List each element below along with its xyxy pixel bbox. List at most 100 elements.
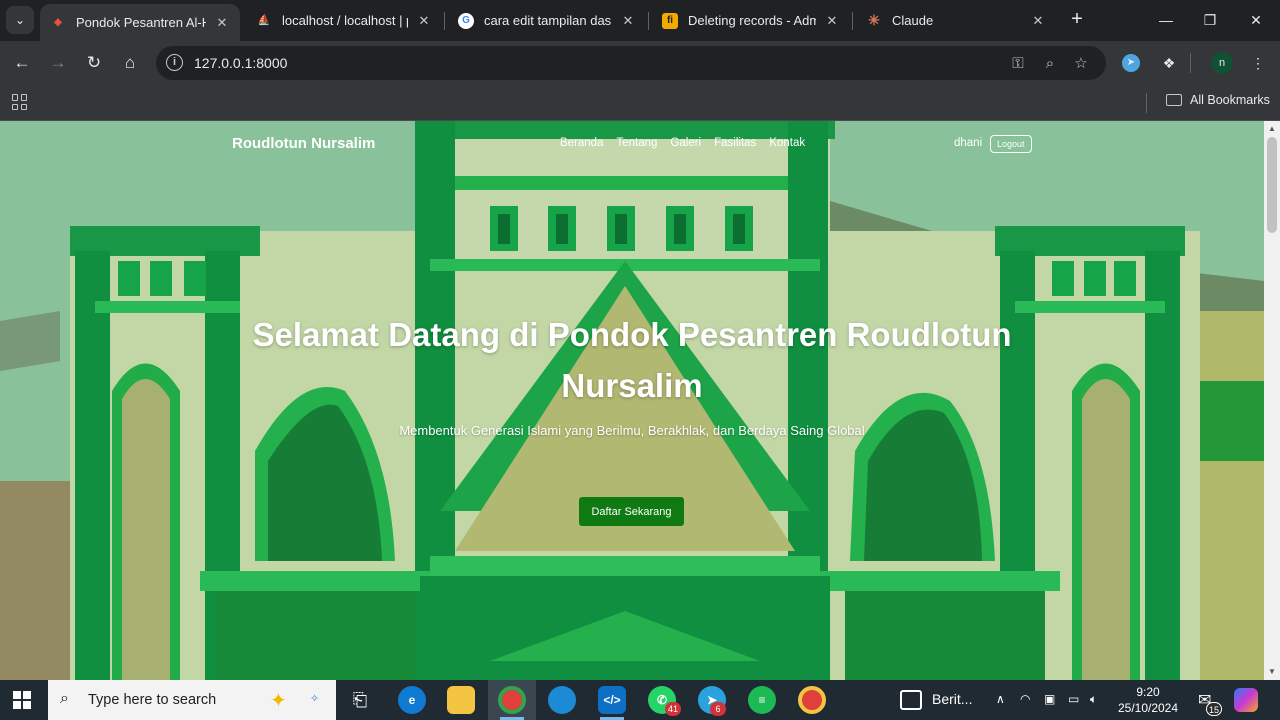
- logout-button[interactable]: Logout: [990, 135, 1032, 153]
- phpmyadmin-icon: ⛵: [257, 15, 271, 26]
- file-explorer-icon[interactable]: [447, 686, 475, 714]
- forward-button[interactable]: →: [46, 51, 70, 75]
- whatsapp-badge: 41: [665, 702, 681, 716]
- zoom-icon[interactable]: ⌕: [1040, 54, 1060, 74]
- browser-toolbar: ← → ↻ ⌂ i 127.0.0.1:8000 ⚿ ⌕ ☆ ➤ ❖ n ⋮: [0, 41, 1280, 85]
- reload-button[interactable]: ↻: [82, 51, 106, 75]
- telegram-extension-icon[interactable]: ➤: [1122, 54, 1140, 72]
- tab-pondok-pesantren[interactable]: ◈ Pondok Pesantren Al-Hikm ✕: [40, 4, 240, 41]
- nav-link-fasilitas[interactable]: Fasilitas: [714, 137, 756, 149]
- web-page: Roudlotun Nursalim Beranda Tentang Galer…: [0, 121, 1264, 680]
- notification-badge: 15: [1206, 702, 1222, 716]
- tab-separator: [648, 12, 649, 30]
- news-label[interactable]: Berit...: [932, 691, 972, 707]
- tab-title: Pondok Pesantren Al-Hikm: [76, 15, 206, 30]
- close-tab-icon[interactable]: ✕: [214, 15, 230, 31]
- meet-now-icon[interactable]: ▣: [1044, 692, 1055, 706]
- tab-separator: [444, 12, 445, 30]
- tab-search-button[interactable]: ⌄: [6, 6, 34, 34]
- chevron-up-icon[interactable]: ∧: [996, 692, 1005, 706]
- copilot-icon[interactable]: [1234, 688, 1258, 712]
- tab-google-search[interactable]: G cara edit tampilan dashb ✕: [448, 4, 646, 37]
- toolbar-divider: [1190, 53, 1191, 73]
- new-tab-button[interactable]: +: [1066, 8, 1088, 30]
- main-menu: Beranda Tentang Galeri Fasilitas Kontak: [560, 137, 805, 149]
- arrow-right-icon: →: [49, 53, 67, 72]
- sparkle-small-icon: ✧: [310, 693, 320, 705]
- user-name: dhani: [954, 137, 983, 149]
- nav-link-beranda[interactable]: Beranda: [560, 137, 603, 149]
- site-navbar: Roudlotun Nursalim Beranda Tentang Galer…: [0, 121, 1264, 167]
- tab-filament-admin[interactable]: fi Deleting records - Admin ✕: [652, 4, 850, 37]
- sparkle-icon: ✦: [270, 690, 287, 712]
- laravel-icon: ◈: [54, 17, 62, 28]
- spotify-icon[interactable]: ≡: [748, 686, 776, 714]
- chrome-icon[interactable]: [498, 686, 526, 714]
- tab-title: Deleting records - Admin: [688, 13, 816, 28]
- tab-phpmyadmin[interactable]: ⛵ localhost / localhost | php ✕: [246, 4, 442, 37]
- site-brand[interactable]: Roudlotun Nursalim: [232, 135, 375, 152]
- close-window-button[interactable]: ✕: [1244, 8, 1268, 32]
- close-tab-icon[interactable]: ✕: [824, 13, 840, 29]
- clock-date: 25/10/2024: [1117, 701, 1179, 715]
- windows-start-icon[interactable]: [13, 691, 31, 709]
- clock-time: 9:20: [1136, 685, 1160, 699]
- tab-title: cara edit tampilan dashb: [484, 13, 612, 28]
- extensions-puzzle-icon[interactable]: ❖: [1158, 52, 1180, 74]
- nav-link-tentang[interactable]: Tentang: [616, 137, 657, 149]
- volume-icon[interactable]: 🔈︎: [1090, 692, 1097, 707]
- news-widget-icon[interactable]: [900, 690, 922, 710]
- search-icon: ⌕: [60, 690, 69, 707]
- nav-link-galeri[interactable]: Galeri: [670, 137, 701, 149]
- scroll-down-icon[interactable]: ▼: [1267, 667, 1277, 677]
- windows-taskbar: ⌕ Type here to search ✦ ✧ ⎗ e </> ✆ 41 ➤…: [0, 680, 1280, 720]
- back-button[interactable]: ←: [10, 51, 34, 75]
- tab-claude[interactable]: ✳ Claude ✕: [856, 4, 1056, 37]
- restore-icon: ❐: [1203, 12, 1217, 28]
- all-bookmarks-label: All Bookmarks: [1190, 93, 1270, 107]
- restore-button[interactable]: ❐: [1198, 8, 1222, 32]
- site-info-icon[interactable]: i: [166, 54, 183, 71]
- all-bookmarks-button[interactable]: All Bookmarks: [1166, 93, 1270, 107]
- wifi-icon[interactable]: ◠: [1020, 692, 1030, 706]
- system-clock[interactable]: 9:20 25/10/2024: [1110, 684, 1186, 716]
- chevron-down-icon: ⌄: [14, 13, 26, 27]
- app-blue-icon[interactable]: [548, 686, 576, 714]
- claude-icon: ✳: [868, 12, 880, 28]
- tab-strip: ⌄ ◈ Pondok Pesantren Al-Hikm ✕ ⛵ localho…: [0, 0, 1280, 41]
- taskbar-search[interactable]: ⌕ Type here to search ✦ ✧: [48, 680, 336, 720]
- hero-subtitle: Membentuk Generasi Islami yang Berilmu, …: [399, 423, 865, 438]
- arrow-left-icon: ←: [13, 53, 31, 72]
- register-button[interactable]: Daftar Sekarang: [579, 497, 684, 526]
- close-tab-icon[interactable]: ✕: [416, 13, 432, 29]
- hero-title: Selamat Datang di Pondok Pesantren Roudl…: [252, 316, 1012, 404]
- search-placeholder: Type here to search: [88, 692, 217, 708]
- scroll-up-icon[interactable]: ▲: [1267, 124, 1277, 134]
- bookmarks-divider: [1146, 93, 1147, 113]
- menu-kebab-icon[interactable]: ⋮: [1247, 52, 1269, 74]
- nav-link-kontak[interactable]: Kontak: [769, 137, 805, 149]
- chrome-profile-icon[interactable]: [798, 686, 826, 714]
- edge-icon[interactable]: e: [398, 686, 426, 714]
- bookmark-star-icon[interactable]: ☆: [1071, 54, 1091, 74]
- minimize-button[interactable]: —: [1154, 8, 1178, 32]
- address-bar[interactable]: i 127.0.0.1:8000 ⚿ ⌕ ☆: [156, 46, 1106, 80]
- filament-icon: fi: [662, 12, 678, 29]
- battery-icon[interactable]: ▭: [1068, 692, 1079, 706]
- home-button[interactable]: ⌂: [118, 51, 142, 75]
- page-scrollbar[interactable]: ▲ ▼: [1264, 121, 1280, 680]
- vscode-icon[interactable]: </>: [598, 686, 626, 714]
- profile-avatar[interactable]: n: [1211, 52, 1233, 74]
- close-tab-icon[interactable]: ✕: [620, 13, 636, 29]
- bookmarks-bar: All Bookmarks: [0, 85, 1280, 121]
- home-icon: ⌂: [124, 53, 136, 72]
- apps-grid-icon[interactable]: [12, 94, 28, 110]
- scrollbar-thumb[interactable]: [1267, 137, 1277, 233]
- url-text[interactable]: 127.0.0.1:8000: [194, 55, 287, 71]
- password-key-icon[interactable]: ⚿: [1008, 54, 1028, 74]
- close-icon: ✕: [1250, 12, 1262, 28]
- folder-icon: [1166, 94, 1182, 106]
- close-tab-icon[interactable]: ✕: [1030, 13, 1046, 29]
- task-view-icon[interactable]: ⎗: [346, 686, 374, 714]
- google-icon: G: [458, 12, 474, 29]
